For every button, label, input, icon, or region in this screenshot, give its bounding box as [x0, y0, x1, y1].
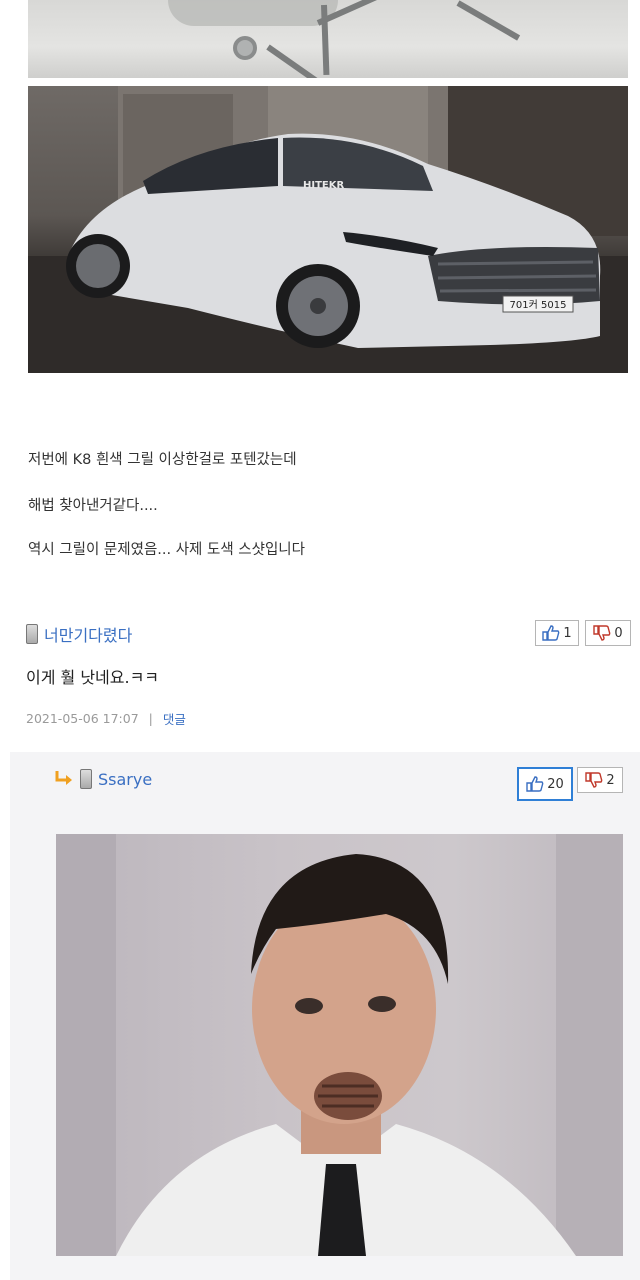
license-plate: 701커 5015 — [510, 299, 567, 311]
thumbs-up-icon — [526, 776, 544, 792]
reply-image — [56, 834, 623, 1256]
reply-arrow-icon — [55, 771, 72, 785]
reply-dislike-button[interactable]: 2 — [577, 767, 623, 793]
reply-dislike-count: 2 — [606, 772, 615, 788]
reply-like-count: 20 — [547, 776, 564, 792]
comment-header: 너만기다렸다 — [26, 622, 132, 646]
comment-nickname[interactable]: 너만기다렸다 — [44, 622, 132, 646]
thumbs-down-icon — [593, 625, 611, 641]
comment-date: 2021-05-06 17:07 — [26, 711, 139, 726]
reply-nickname[interactable]: Ssarye — [98, 770, 152, 789]
dislike-button[interactable]: 0 — [585, 620, 631, 646]
reply-like-button[interactable]: 20 — [517, 767, 573, 801]
meta-divider: | — [148, 711, 153, 726]
man-portrait-illustration — [56, 834, 623, 1256]
post-image-top — [28, 0, 628, 78]
post-text-line-3: 역시 그릴이 문제였음... 사제 도색 스샷입니다 — [28, 542, 305, 558]
comment-text: 이게 훨 낫네요.ㅋㅋ — [26, 668, 160, 687]
car-illustration: 701커 5015 HITEKR — [28, 86, 628, 373]
reply-link[interactable]: 댓글 — [163, 709, 186, 728]
like-button[interactable]: 1 — [535, 620, 579, 646]
mobile-phone-icon — [80, 769, 92, 789]
like-count: 1 — [563, 625, 572, 641]
watermark-text: HITEKR — [303, 180, 344, 191]
reply-header: Ssarye — [54, 769, 152, 789]
thumbs-up-icon — [542, 625, 560, 641]
thumbs-down-icon — [585, 772, 603, 788]
post-text-line-2: 해법 찾아낸거같다.... — [28, 498, 158, 514]
dislike-count: 0 — [614, 625, 623, 641]
post-text-line-1: 저번에 K8 흰색 그릴 이상한걸로 포텐갔는데 — [28, 452, 297, 468]
mobile-phone-icon — [26, 624, 38, 644]
comment-meta: 2021-05-06 17:07 | 댓글 — [26, 709, 186, 728]
post-image-car: 701커 5015 HITEKR — [28, 86, 628, 373]
